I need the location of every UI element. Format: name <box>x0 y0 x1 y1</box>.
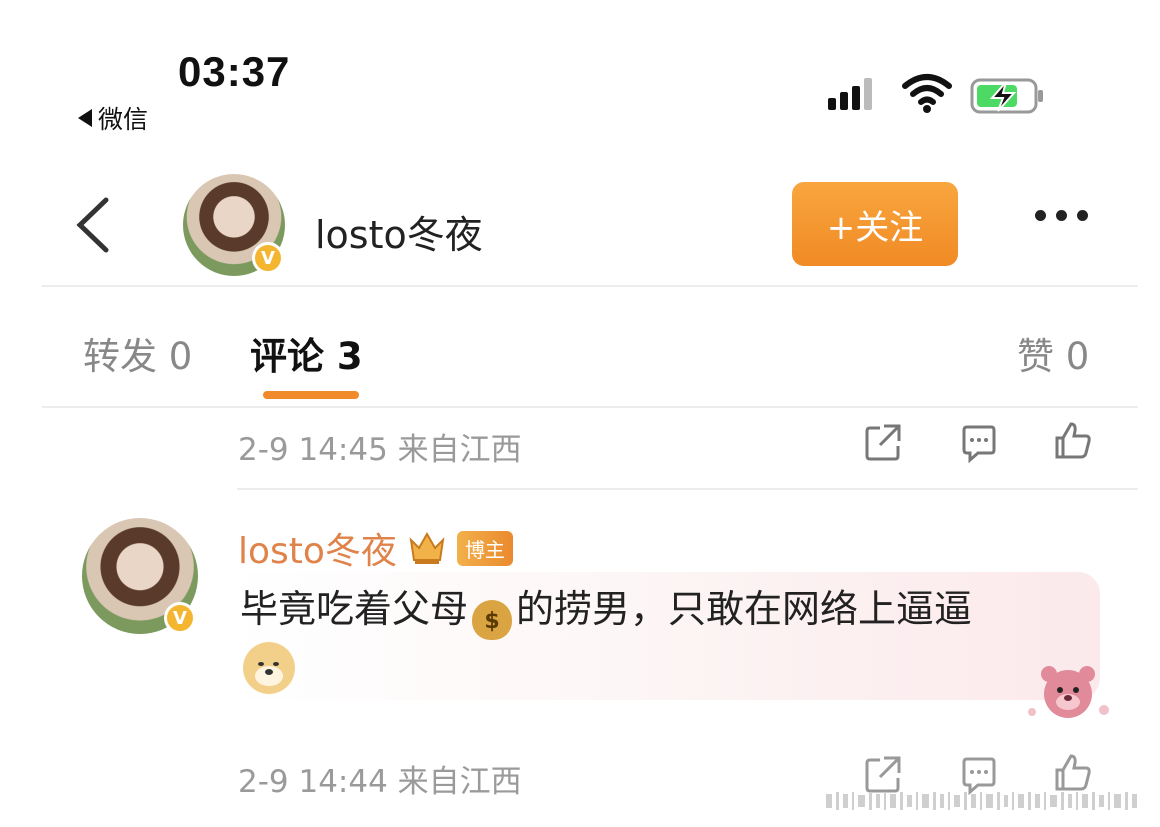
active-tab-indicator <box>263 391 359 399</box>
header-divider <box>42 285 1138 287</box>
tab-repost[interactable]: 转发 0 <box>83 326 192 380</box>
back-app-label: 微信 <box>98 105 149 134</box>
like-icon[interactable] <box>1052 752 1094 794</box>
lotso-bear-decoration-icon <box>1028 666 1109 718</box>
money-bag-icon: $ <box>472 600 513 640</box>
more-options-icon[interactable] <box>1035 210 1088 221</box>
back-chevron-icon[interactable] <box>72 196 116 254</box>
comment-meta: 2-9 14:45 来自江西 <box>238 432 522 468</box>
verified-badge-icon: V <box>164 602 196 634</box>
back-triangle-icon <box>78 109 92 127</box>
comment-divider <box>237 488 1138 490</box>
verified-badge-icon: V <box>252 242 284 274</box>
status-time: 03:37 <box>178 48 291 95</box>
share-icon[interactable] <box>862 422 904 464</box>
tabs-divider <box>42 406 1138 408</box>
back-to-app-link[interactable]: 微信 <box>78 100 148 136</box>
watermark-decoration <box>826 792 1137 810</box>
comment-text-part2: 的捞男，只敢在网络上逼逼 <box>516 587 973 631</box>
tab-like[interactable]: 赞 0 <box>1017 326 1089 380</box>
comment-author-name[interactable]: losto冬夜 <box>238 522 397 574</box>
header-username[interactable]: losto冬夜 <box>315 204 483 259</box>
comment-text-part1: 毕竟吃着父母 <box>240 587 469 631</box>
cellular-signal-icon <box>828 78 872 110</box>
wifi-icon <box>902 74 952 113</box>
comment-icon[interactable] <box>958 422 1000 464</box>
battery-charging-icon <box>970 78 1043 114</box>
doge-emoji-icon <box>243 642 295 694</box>
follow-button[interactable]: +关注 <box>792 182 958 266</box>
crown-icon <box>409 531 445 564</box>
comment-author-row: losto冬夜 博主 <box>238 522 513 574</box>
comment-meta: 2-9 14:44 来自江西 <box>238 764 522 800</box>
blogger-badge: 博主 <box>456 530 513 566</box>
like-icon[interactable] <box>1052 420 1094 462</box>
tab-comment[interactable]: 评论 3 <box>250 326 363 380</box>
comment-text: 毕竟吃着父母 $ 的捞男，只敢在网络上逼逼 <box>240 585 1080 640</box>
